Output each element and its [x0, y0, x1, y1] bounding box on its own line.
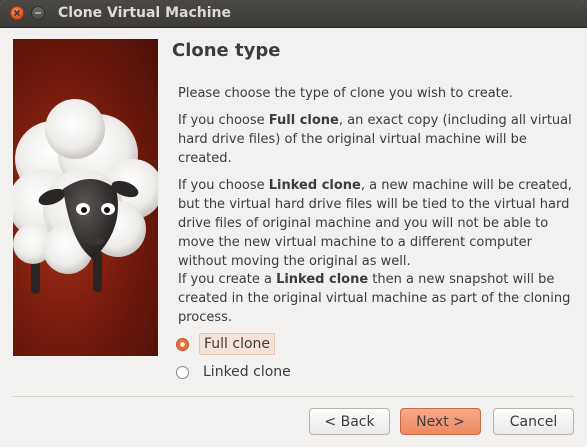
full-clone-desc-bold: Full clone — [268, 113, 339, 128]
sheep-mascot-icon — [13, 99, 158, 294]
snapshot-description: If you create a Linked clone then a new … — [178, 270, 578, 327]
intro-text: Please choose the type of clone you wish… — [178, 86, 513, 101]
minimize-window-button[interactable] — [31, 6, 45, 20]
full-clone-desc-pre: If you choose — [178, 113, 269, 128]
window-title: Clone Virtual Machine — [58, 5, 232, 21]
full-clone-radio[interactable] — [176, 337, 189, 351]
linked-clone-label[interactable]: Linked clone — [199, 362, 295, 382]
wizard-banner-image — [13, 39, 158, 356]
snapshot-desc-bold: Linked clone — [276, 272, 369, 287]
button-separator — [13, 396, 574, 397]
back-button[interactable]: < Back — [309, 408, 390, 435]
full-clone-label[interactable]: Full clone — [199, 333, 276, 355]
minimize-icon — [35, 12, 41, 14]
full-clone-description: If you choose Full clone, an exact copy … — [178, 111, 578, 168]
linked-clone-desc-bold: Linked clone — [268, 178, 361, 193]
cancel-button[interactable]: Cancel — [493, 408, 574, 435]
next-button[interactable]: Next > — [400, 408, 481, 435]
close-window-button[interactable] — [10, 6, 24, 20]
page-title: Clone type — [172, 40, 281, 61]
linked-clone-description: If you choose Linked clone, a new machin… — [178, 176, 578, 271]
linked-clone-radio[interactable] — [176, 365, 189, 379]
full-clone-option[interactable]: Full clone — [176, 333, 276, 355]
clone-vm-dialog: Clone Virtual Machine Clone type Please … — [0, 0, 587, 447]
linked-clone-option[interactable]: Linked clone — [176, 361, 295, 383]
linked-clone-desc-pre: If you choose — [178, 178, 269, 193]
snapshot-desc-pre: If you create a — [178, 272, 277, 287]
title-bar[interactable]: Clone Virtual Machine — [0, 0, 587, 28]
close-icon — [13, 9, 21, 17]
